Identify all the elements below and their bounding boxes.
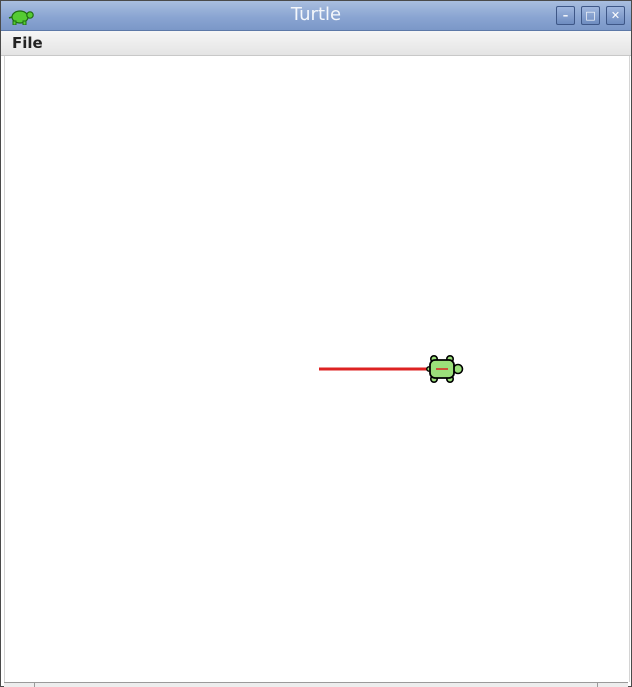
turtle-canvas[interactable] [4, 56, 630, 682]
window-title: Turtle [290, 4, 342, 25]
turtle-window: Turtle – □ ✕ File [0, 0, 632, 687]
menu-file[interactable]: File [12, 34, 43, 52]
title-bar[interactable]: Turtle – □ ✕ [1, 1, 631, 31]
resize-grip-right[interactable] [597, 683, 598, 687]
menu-bar: File [1, 31, 631, 56]
maximize-button[interactable]: □ [581, 6, 600, 25]
minimize-button[interactable]: – [556, 6, 575, 25]
close-button[interactable]: ✕ [606, 6, 625, 25]
window-bottom-edge[interactable] [4, 682, 628, 687]
resize-grip-left[interactable] [34, 683, 35, 687]
drawing-surface [319, 355, 464, 384]
turtle-sprite [426, 355, 464, 384]
